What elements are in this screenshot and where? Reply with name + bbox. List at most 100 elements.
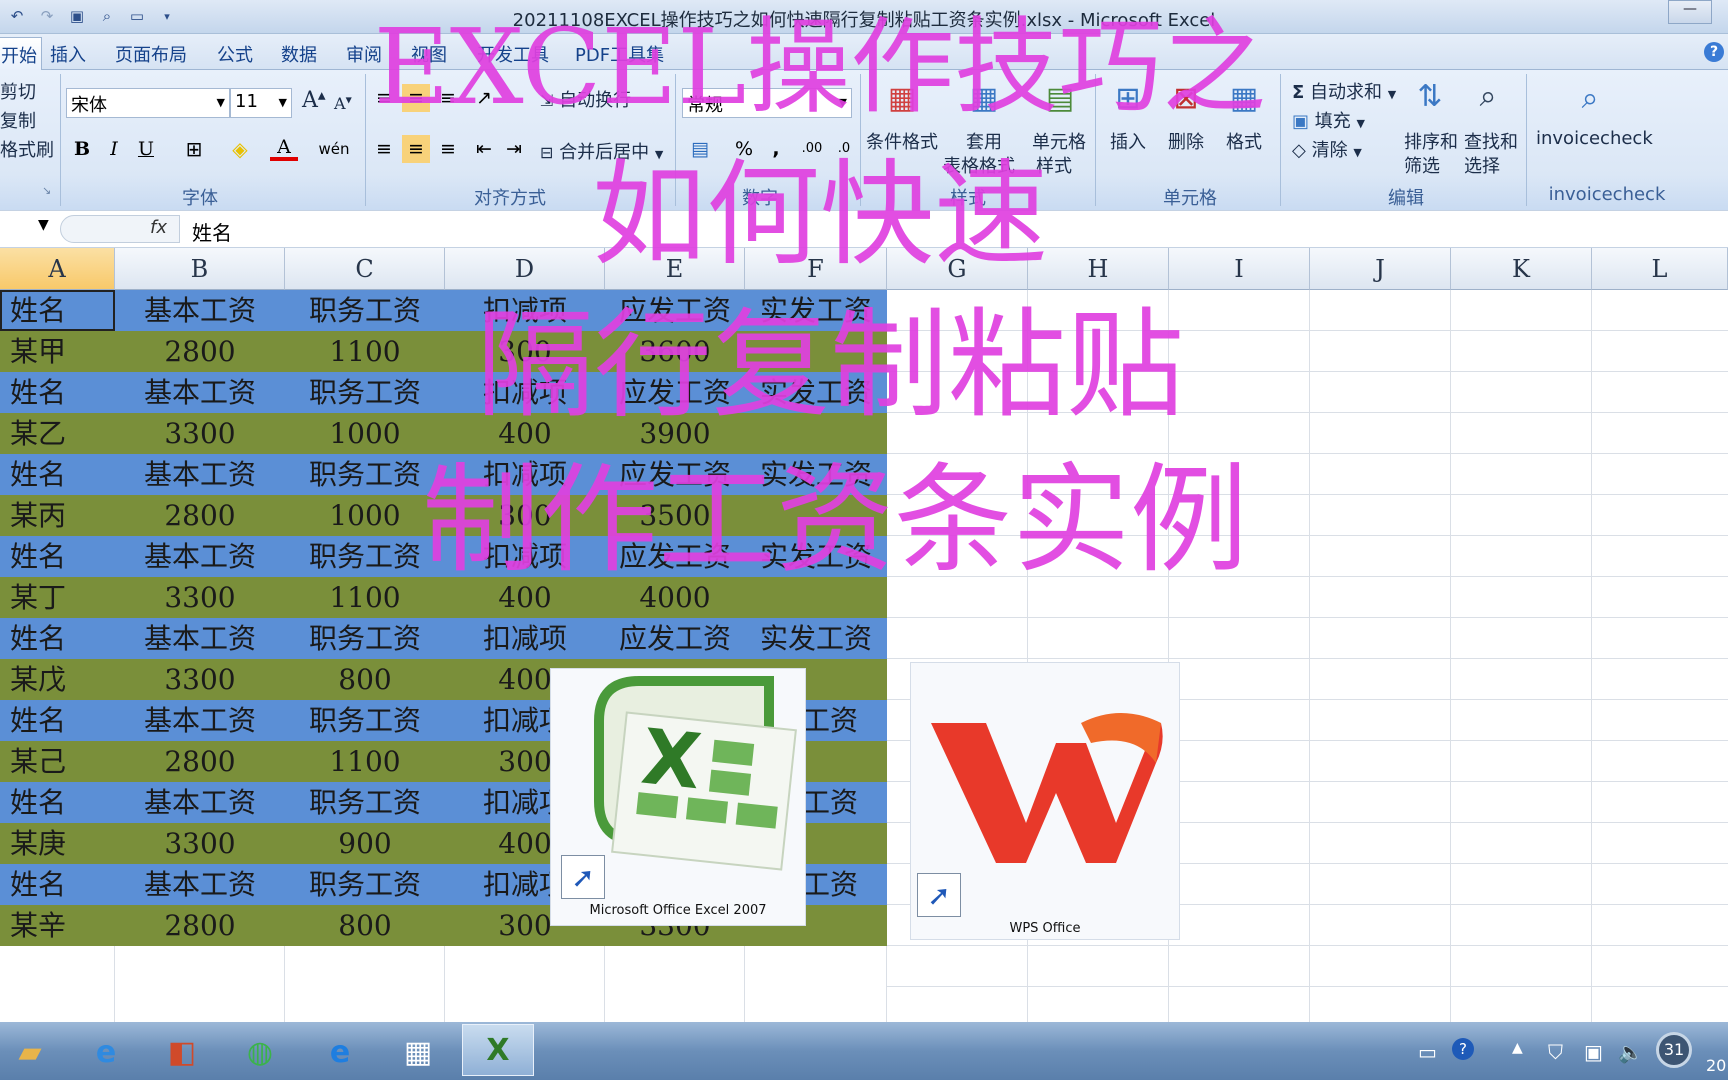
- format-painter-button[interactable]: 格式刷: [0, 136, 54, 162]
- cell-b5[interactable]: 基本工资: [115, 454, 285, 495]
- sort-filter-icon[interactable]: ⇅: [1408, 74, 1452, 118]
- align-center-icon[interactable]: ≡: [402, 135, 430, 163]
- format-table-line1[interactable]: 套用: [966, 128, 1002, 154]
- cell-c9[interactable]: 职务工资: [285, 618, 445, 659]
- app-grid-icon[interactable]: ▦: [390, 1028, 446, 1076]
- file-explorer-icon[interactable]: ▰: [2, 1028, 58, 1076]
- cell-b8[interactable]: 3300: [115, 577, 285, 618]
- fx-icon[interactable]: fx: [150, 217, 167, 238]
- cell-d5[interactable]: 扣减项: [445, 454, 605, 495]
- cell-b14[interactable]: 3300: [115, 823, 285, 864]
- conditional-format-icon[interactable]: ▦: [880, 76, 924, 120]
- orientation-icon[interactable]: ↗: [470, 84, 498, 112]
- tab-view[interactable]: 视图: [411, 41, 447, 67]
- cell-a12[interactable]: 某己: [10, 741, 66, 782]
- formula-input[interactable]: 姓名: [192, 217, 232, 246]
- payslip-header-row[interactable]: 姓名 基本工资 职务工资 扣减项 应发工资 实发工资: [0, 618, 887, 659]
- cell-c6[interactable]: 1000: [285, 495, 445, 536]
- cell-f1[interactable]: 实发工资: [745, 290, 887, 331]
- invoicecheck-icon[interactable]: ⌕: [1568, 76, 1612, 120]
- cell-f6[interactable]: [745, 495, 887, 536]
- internet-explorer-icon[interactable]: e: [78, 1028, 134, 1076]
- merge-center-button[interactable]: ⊟ 合并后居中 ▼: [540, 138, 663, 164]
- cell-b16[interactable]: 2800: [115, 905, 285, 946]
- cell-a7[interactable]: 姓名: [10, 536, 66, 577]
- worksheet-grid[interactable]: 姓名 基本工资 职务工资 扣减项 应发工资 实发工资 某甲 2800 1100 300 3600 姓名…: [0, 290, 1728, 1022]
- payslip-header-row[interactable]: 姓名 基本工资 职务工资 扣减项 应发工资 实发工资: [0, 290, 887, 331]
- cell-a14[interactable]: 某庚: [10, 823, 66, 864]
- cell-b1[interactable]: 基本工资: [115, 290, 285, 331]
- cell-d2[interactable]: 300: [445, 331, 605, 372]
- tab-review[interactable]: 审阅: [346, 41, 382, 67]
- cell-a15[interactable]: 姓名: [10, 864, 66, 905]
- fill-color-icon[interactable]: ◈: [226, 135, 254, 163]
- borders-icon[interactable]: ⊞: [180, 135, 208, 163]
- payslip-data-row[interactable]: 某甲 2800 1100 300 3600: [0, 331, 887, 372]
- cell-f2[interactable]: [745, 331, 887, 372]
- cell-e8[interactable]: 4000: [605, 577, 745, 618]
- cell-a3[interactable]: 姓名: [10, 372, 66, 413]
- cell-b9[interactable]: 基本工资: [115, 618, 285, 659]
- wrap-text-button[interactable]: ⇲ 自动换行: [540, 86, 631, 112]
- cell-a9[interactable]: 姓名: [10, 618, 66, 659]
- copy-button[interactable]: 复制: [0, 107, 36, 133]
- tab-insert[interactable]: 插入: [50, 41, 86, 67]
- tab-formulas[interactable]: 公式: [217, 41, 253, 67]
- cell-d6[interactable]: 300: [445, 495, 605, 536]
- payslip-header-row[interactable]: 姓名 基本工资 职务工资 扣减项 应发工资 实发工资: [0, 536, 887, 577]
- number-format-select[interactable]: 常规 ▼: [682, 88, 852, 118]
- column-header-d[interactable]: D: [445, 248, 605, 290]
- sort-filter-line1[interactable]: 排序和: [1404, 128, 1458, 154]
- cell-c16[interactable]: 800: [285, 905, 445, 946]
- column-header-f[interactable]: F: [745, 248, 887, 290]
- cell-b12[interactable]: 2800: [115, 741, 285, 782]
- cell-b7[interactable]: 基本工资: [115, 536, 285, 577]
- cell-c13[interactable]: 职务工资: [285, 782, 445, 823]
- cell-e7[interactable]: 应发工资: [605, 536, 745, 577]
- cell-f3[interactable]: 实发工资: [745, 372, 887, 413]
- cell-a5[interactable]: 姓名: [10, 454, 66, 495]
- show-hidden-icons[interactable]: ▲: [1512, 1040, 1523, 1056]
- cell-a13[interactable]: 姓名: [10, 782, 66, 823]
- cell-e5[interactable]: 应发工资: [605, 454, 745, 495]
- font-name-select[interactable]: 宋体 ▼: [66, 88, 230, 118]
- column-header-e[interactable]: E: [605, 248, 745, 290]
- name-box[interactable]: ▼: [0, 215, 56, 243]
- cell-b15[interactable]: 基本工资: [115, 864, 285, 905]
- cell-e6[interactable]: 3500: [605, 495, 745, 536]
- payslip-header-row[interactable]: 姓名 基本工资 职务工资 扣减项 应发工资 实发工资: [0, 454, 887, 495]
- cell-c12[interactable]: 1100: [285, 741, 445, 782]
- font-size-select[interactable]: 11 ▼: [230, 88, 292, 118]
- currency-icon[interactable]: ▤: [686, 135, 714, 163]
- align-top-icon[interactable]: ≡: [370, 84, 398, 112]
- cell-f7[interactable]: 实发工资: [745, 536, 887, 577]
- align-right-icon[interactable]: ≡: [434, 135, 462, 163]
- cell-styles-line2[interactable]: 样式: [1036, 152, 1072, 178]
- excel-taskbar-button[interactable]: X: [462, 1024, 534, 1076]
- payslip-header-row[interactable]: 姓名 基本工资 职务工资 扣减项 应发工资 实发工资: [0, 372, 887, 413]
- cell-b13[interactable]: 基本工资: [115, 782, 285, 823]
- edge-browser-icon[interactable]: e: [312, 1028, 368, 1076]
- column-header-i[interactable]: I: [1169, 248, 1310, 290]
- font-color-icon[interactable]: A: [270, 135, 298, 161]
- tab-home[interactable]: 开始: [0, 37, 42, 71]
- bold-button[interactable]: B: [68, 135, 96, 163]
- column-header-c[interactable]: C: [285, 248, 445, 290]
- clipboard-launcher-icon[interactable]: ↘: [42, 184, 51, 197]
- cell-e4[interactable]: 3900: [605, 413, 745, 454]
- cell-b4[interactable]: 3300: [115, 413, 285, 454]
- minimize-button[interactable]: —: [1668, 0, 1712, 24]
- column-header-g[interactable]: G: [887, 248, 1028, 290]
- cell-d1[interactable]: 扣减项: [445, 290, 605, 331]
- cell-a8[interactable]: 某丁: [10, 577, 66, 618]
- cell-a2[interactable]: 某甲: [10, 331, 66, 372]
- find-select-line2[interactable]: 选择: [1464, 152, 1500, 178]
- cell-a4[interactable]: 某乙: [10, 413, 66, 454]
- wechat-icon[interactable]: ◍: [232, 1028, 288, 1076]
- excel-2007-shortcut[interactable]: X ➚ Microsoft Office Excel 2007: [550, 668, 806, 926]
- cell-f9[interactable]: 实发工资: [745, 618, 887, 659]
- cell-d7[interactable]: 扣减项: [445, 536, 605, 577]
- tab-page-layout[interactable]: 页面布局: [115, 41, 187, 67]
- column-header-k[interactable]: K: [1451, 248, 1592, 290]
- align-left-icon[interactable]: ≡: [370, 135, 398, 163]
